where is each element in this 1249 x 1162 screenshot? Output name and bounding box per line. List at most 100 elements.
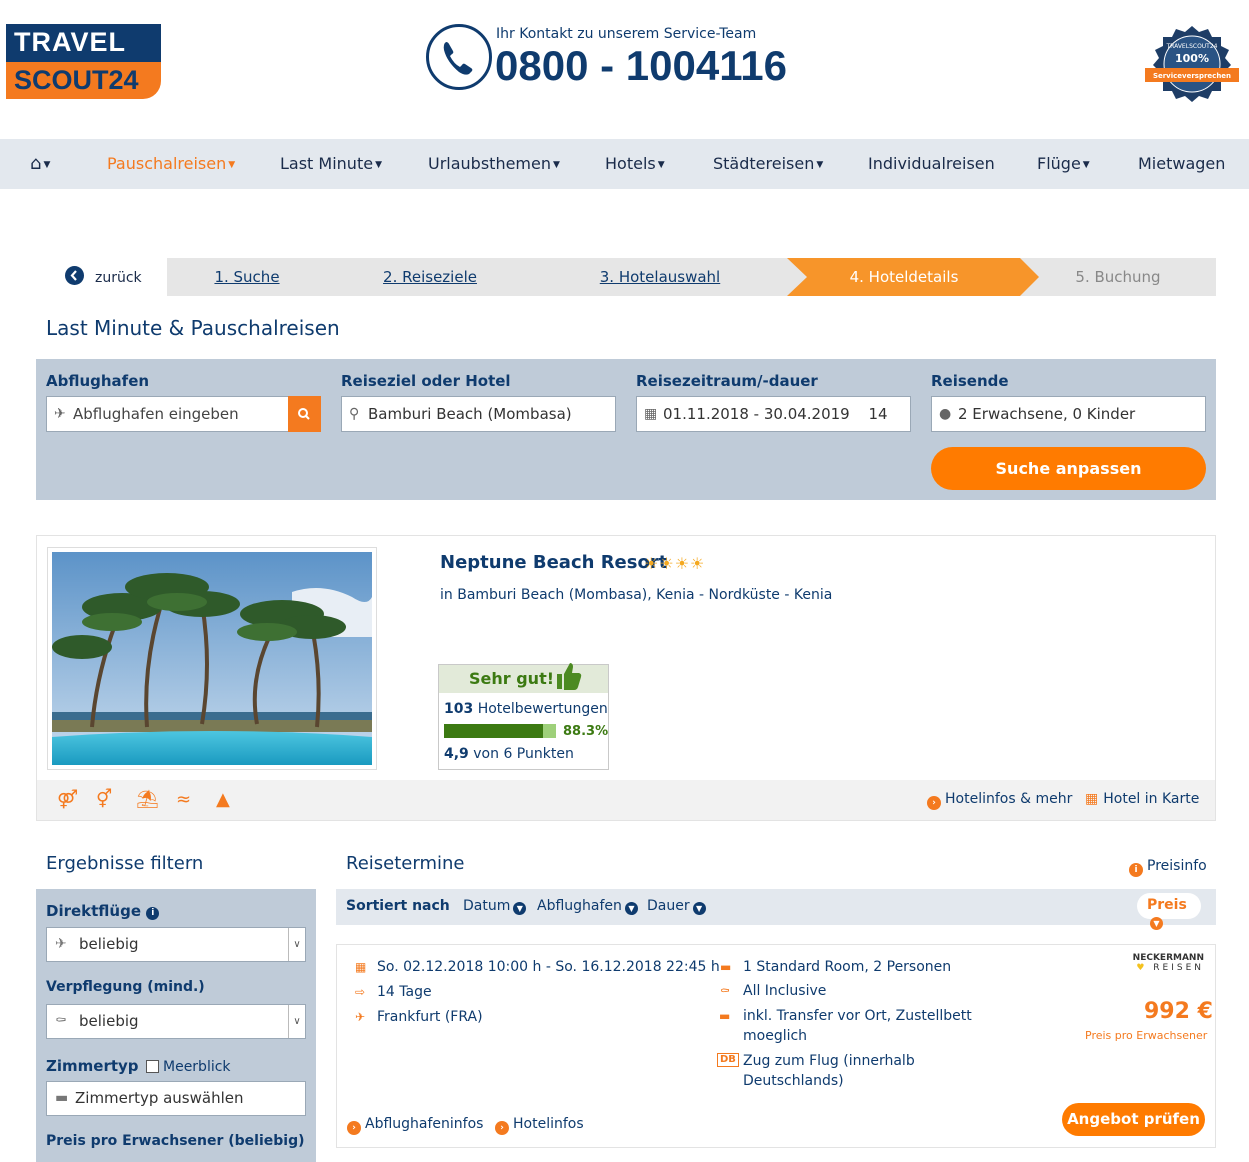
location-pin-icon: ⚲ — [349, 406, 360, 422]
hotel-name[interactable]: Neptune Beach Resort — [440, 552, 667, 573]
offer-airport: Frankfurt (FRA) — [377, 1009, 483, 1025]
nav-pauschalreisen[interactable]: Pauschalreisen ▼ — [107, 154, 235, 173]
travellers-input[interactable]: ● 2 Erwachsene, 0 Kinder — [931, 396, 1206, 432]
offer-transfer-line1: inkl. Transfer vor Ort, Zustellbett — [743, 1008, 972, 1024]
direct-flights-select[interactable]: ✈ beliebig ∨ — [46, 927, 306, 962]
step-label: 5. Buchung — [1075, 268, 1161, 286]
calendar-icon: ▦ — [355, 960, 367, 974]
info-icon[interactable]: i — [146, 907, 160, 920]
step-hotelauswahl[interactable]: 3. Hotelauswahl — [580, 258, 740, 296]
chevron-down-icon: ▼ — [43, 159, 51, 170]
direct-flights-value: beliebig — [79, 935, 139, 953]
offer-hotel-info-link[interactable]: › Hotelinfos — [495, 1114, 584, 1135]
sort-option-label: Dauer — [647, 898, 690, 914]
nav-last-minute[interactable]: Last Minute ▼ — [280, 154, 382, 173]
step-label: 1. Suche — [214, 268, 280, 286]
chevron-down-icon: ▼ — [228, 159, 236, 170]
step-reiseziele[interactable]: 2. Reiseziele — [350, 258, 510, 296]
bed-icon: ▬ — [55, 1090, 69, 1106]
nav-home[interactable]: ⌂ ▼ — [30, 153, 50, 174]
review-count: 103 Hotelbewertungen — [444, 701, 608, 717]
filter-panel: Direktflüge i ✈ beliebig ∨ Verpflegung (… — [36, 889, 316, 1162]
hotel-location: in Bamburi Beach (Mombasa), Kenia - Nord… — [440, 587, 833, 603]
hotel-card-footer: ⚤ ⚥ ⛱ ≈ ▲ › Hotelinfos & mehr ▦ Hotel in K… — [37, 780, 1215, 820]
back-link[interactable]: zurück — [95, 270, 142, 286]
rating-bar — [444, 724, 556, 738]
step-buchung: 5. Buchung — [1038, 258, 1198, 296]
contact-label: Ihr Kontakt zu unserem Service-Team — [496, 26, 757, 42]
nav-mietwagen[interactable]: Mietwagen — [1138, 154, 1225, 173]
seaview-checkbox[interactable]: Meerblick — [146, 1059, 231, 1075]
review-count-label: Hotelbewertungen — [477, 701, 608, 717]
board-value: beliebig — [79, 1012, 139, 1030]
step-suche[interactable]: 1. Suche — [167, 258, 327, 296]
departure-label: Abflughafen — [46, 372, 150, 390]
seal-text: Serviceversprechen — [1153, 72, 1231, 80]
sort-dauer[interactable]: Dauer ▼ — [647, 898, 706, 915]
check-offer-button[interactable]: Angebot prüfen — [1062, 1103, 1205, 1136]
nav-individualreisen[interactable]: Individualreisen — [868, 154, 995, 173]
chevron-right-icon: › — [927, 796, 941, 810]
destination-label: Reiseziel oder Hotel — [341, 372, 511, 390]
nav-urlaubsthemen[interactable]: Urlaubsthemen ▼ — [428, 154, 560, 173]
airport-info-link[interactable]: › Abflughafeninfos — [347, 1114, 483, 1135]
offer-room: 1 Standard Room, 2 Personen — [743, 959, 952, 975]
rating-bar-fill — [444, 724, 543, 738]
room-type-input[interactable]: ▬ Zimmertyp auswählen — [46, 1081, 306, 1116]
results-title: Reisetermine — [346, 853, 465, 874]
departure-search-button[interactable] — [288, 396, 321, 432]
adjust-search-button[interactable]: Suche anpassen — [931, 447, 1206, 490]
nav-staedtereisen[interactable]: Städtereisen ▼ — [713, 154, 823, 173]
sort-abflughafen[interactable]: Abflughafen ▼ — [537, 898, 638, 915]
phone-glyph — [443, 42, 473, 75]
sort-preis[interactable]: Preis ▼ — [1137, 893, 1201, 930]
sort-bar: Sortiert nach Datum ▼ Abflughafen ▼ Dauer ▼… — [336, 889, 1216, 930]
review-count-number: 103 — [444, 701, 474, 717]
offer-price-note: Preis pro Erwachsener — [1085, 1029, 1208, 1042]
checkbox-box[interactable] — [146, 1060, 159, 1073]
page-title: Last Minute & Pauschalreisen — [46, 316, 340, 340]
departure-input[interactable]: ✈ Abflughafen eingeben — [46, 396, 289, 432]
thumbs-up-icon — [557, 663, 582, 690]
hotel-map-link[interactable]: ▦ Hotel in Karte — [1085, 791, 1199, 807]
chevron-down-icon: ∨ — [288, 1005, 305, 1038]
filter-title: Ergebnisse filtern — [46, 853, 204, 874]
chevron-down-icon: ▼ — [657, 159, 665, 170]
rating-box[interactable]: Sehr gut! 103 Hotelbewertungen 88.3% 4,9… — [438, 663, 609, 770]
nav-label: Individualreisen — [868, 154, 995, 173]
sort-datum[interactable]: Datum ▼ — [463, 898, 527, 915]
nav-hotels[interactable]: Hotels ▼ — [605, 154, 665, 173]
travelscout-logo[interactable]: TRAVEL SCOUT24 — [6, 24, 161, 99]
departure-placeholder: Abflughafen eingeben — [73, 405, 239, 423]
chevron-down-icon: ▼ — [816, 159, 824, 170]
logo-bottom-text: SCOUT24 — [6, 62, 161, 99]
back-arrow-icon[interactable] — [65, 266, 84, 285]
board-select[interactable]: ⚰ beliebig ∨ — [46, 1004, 306, 1039]
sort-option-label: Preis — [1147, 897, 1187, 913]
nav-label: Urlaubsthemen — [428, 154, 551, 173]
price-info-link[interactable]: i Preisinfo — [1129, 858, 1207, 877]
offer-row: ▦ So. 02.12.2018 10:00 h - So. 16.12.201… — [336, 944, 1216, 1148]
offer-hotel-info-label: Hotelinfos — [513, 1116, 584, 1132]
hotel-info-link[interactable]: › Hotelinfos & mehr — [927, 791, 1072, 810]
step-label: 2. Reiseziele — [383, 268, 477, 286]
period-input[interactable]: ▦ 01.11.2018 - 30.04.2019 14 — [636, 396, 911, 432]
swimming-icon: ≈ — [176, 789, 192, 810]
nav-fluege[interactable]: Flüge ▼ — [1037, 154, 1090, 173]
hotel-image[interactable] — [47, 547, 377, 770]
step-label: 4. Hoteldetails — [849, 268, 959, 286]
map-icon: ▦ — [1085, 791, 1099, 807]
destination-input[interactable]: ⚲ Bamburi Beach (Mombasa) — [341, 396, 616, 432]
phone-number[interactable]: 0800 - 1004116 — [495, 42, 787, 90]
travellers-label: Reisende — [931, 372, 1009, 390]
hotel-map-label: Hotel in Karte — [1103, 791, 1200, 807]
chevron-down-icon: ▼ — [692, 902, 706, 915]
rating-percent: 88.3% — [563, 724, 609, 739]
rating-word: Sehr gut! — [469, 669, 555, 688]
info-icon: i — [1129, 863, 1143, 877]
seaview-label: Meerblick — [163, 1059, 231, 1075]
tour-operator-logo: NECKERMANN ♥ REISEN — [1124, 953, 1204, 973]
offer-dates: So. 02.12.2018 10:00 h - So. 16.12.2018 … — [377, 959, 720, 975]
hotel-info-label: Hotelinfos & mehr — [945, 791, 1073, 807]
board-label: Verpflegung (mind.) — [46, 979, 205, 995]
